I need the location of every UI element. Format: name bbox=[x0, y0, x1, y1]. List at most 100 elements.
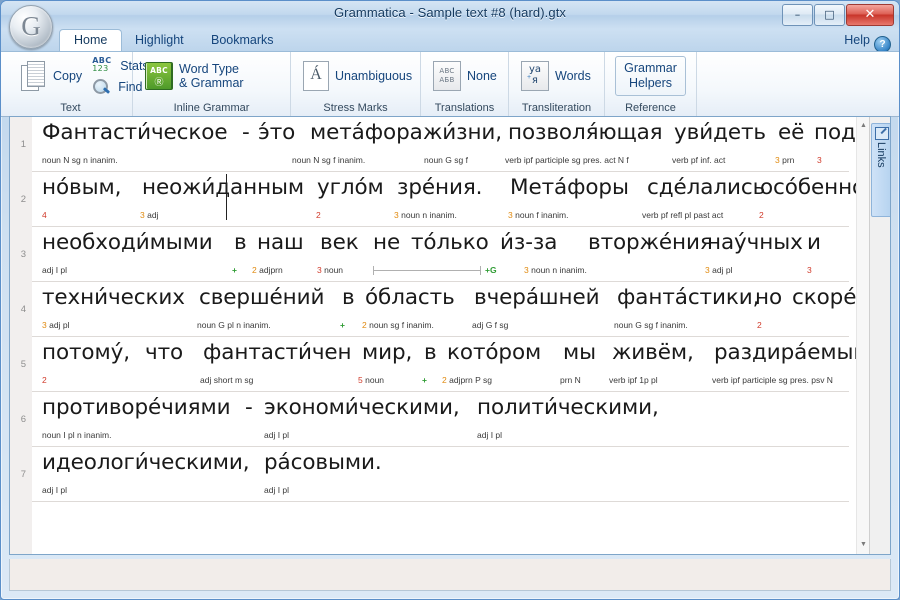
annotation-text: noun sg f inanim. bbox=[369, 320, 434, 330]
word[interactable]: скоре́е bbox=[792, 285, 857, 310]
word[interactable]: ра́совыми. bbox=[264, 450, 382, 475]
word[interactable]: осо́бенно bbox=[760, 175, 857, 200]
annotation-text: verb ipf participle sg pres. act N f bbox=[505, 155, 629, 165]
grammar-annotation: 3 noun n inanim. bbox=[394, 210, 457, 220]
ribbon-group-stress-marks: Á Unambiguous Stress Marks bbox=[291, 52, 421, 116]
help-link[interactable]: Help? bbox=[844, 29, 891, 53]
word[interactable]: мета́фора bbox=[310, 120, 423, 145]
grammar-annotation: verb pf inf. act bbox=[672, 155, 725, 165]
unambiguous-button[interactable]: Á Unambiguous bbox=[299, 59, 416, 93]
word[interactable]: э́то bbox=[258, 120, 295, 145]
word[interactable]: и́з-за bbox=[500, 230, 557, 255]
minimize-button[interactable]: – bbox=[782, 4, 813, 26]
line-number: 7 bbox=[20, 469, 26, 480]
annotation-text: verb pf inf. act bbox=[672, 155, 726, 165]
green-book-abc-icon: ABC Ⓡ bbox=[145, 62, 173, 90]
word[interactable]: сде́лались bbox=[647, 175, 765, 200]
group-title-stress-marks: Stress Marks bbox=[323, 102, 388, 114]
text-canvas[interactable]: Фантасти́ческое - э́то мета́фора жи́зни, позв… bbox=[32, 117, 857, 554]
transliteration-words-button[interactable]: уа + я Words bbox=[517, 59, 595, 93]
word[interactable]: но bbox=[755, 285, 782, 310]
line-annotations: noun I pl n inanim. adj I pl adj I pl bbox=[42, 430, 857, 444]
word[interactable]: кото́ром bbox=[447, 340, 541, 365]
copy-button[interactable]: Copy bbox=[17, 59, 86, 93]
word[interactable]: зре́ния. bbox=[397, 175, 483, 200]
word[interactable]: фантасти́чен bbox=[203, 340, 352, 365]
maximize-button[interactable]: □ bbox=[814, 4, 845, 26]
ua-ya-bottom: я bbox=[531, 75, 539, 86]
word[interactable]: - bbox=[245, 395, 253, 420]
word[interactable]: наш bbox=[257, 230, 304, 255]
annotation-count: 4 bbox=[42, 210, 47, 220]
word[interactable]: о́бласть bbox=[365, 285, 455, 310]
word[interactable]: необходи́мыми bbox=[42, 230, 213, 255]
annotation-text: + bbox=[232, 265, 237, 275]
word[interactable]: раздира́емый bbox=[714, 340, 857, 365]
word[interactable]: уви́деть bbox=[674, 120, 766, 145]
word[interactable]: то́лько bbox=[411, 230, 489, 255]
word[interactable]: её bbox=[778, 120, 804, 145]
line-number: 6 bbox=[20, 414, 26, 425]
text-line[interactable]: необходи́мыми в наш век не то́лько и́з-за вторж… bbox=[32, 227, 857, 282]
word[interactable]: угло́м bbox=[317, 175, 384, 200]
word[interactable]: вчера́шней bbox=[474, 285, 600, 310]
tab-bookmarks[interactable]: Bookmarks bbox=[197, 29, 288, 51]
close-button[interactable]: ✕ bbox=[846, 4, 894, 26]
word[interactable]: экономи́ческими, bbox=[264, 395, 460, 420]
word[interactable]: вторже́ния bbox=[588, 230, 713, 255]
word[interactable]: потому́, bbox=[42, 340, 130, 365]
word[interactable]: противоре́чиями bbox=[42, 395, 231, 420]
word[interactable]: - bbox=[242, 120, 250, 145]
word[interactable]: техни́ческих bbox=[42, 285, 185, 310]
text-line[interactable]: Фантасти́ческое - э́то мета́фора жи́зни, позв… bbox=[32, 117, 857, 172]
grammar-annotation: + bbox=[232, 265, 237, 275]
tab-home[interactable]: Home bbox=[59, 29, 123, 52]
word[interactable]: Фантасти́ческое bbox=[42, 120, 228, 145]
word[interactable]: в bbox=[234, 230, 247, 255]
word[interactable]: в bbox=[424, 340, 437, 365]
word[interactable]: в bbox=[342, 285, 355, 310]
word[interactable]: мы bbox=[563, 340, 596, 365]
annotation-count: 3 bbox=[140, 210, 145, 220]
vertical-scrollbar[interactable]: ▲ ▼ bbox=[856, 117, 870, 554]
word[interactable]: мир, bbox=[362, 340, 412, 365]
word[interactable]: сверше́ний bbox=[199, 285, 324, 310]
text-line[interactable]: противоре́чиями - экономи́ческими, полити́ч… bbox=[32, 392, 857, 447]
translations-none-button[interactable]: ABC АБВ None bbox=[429, 59, 501, 93]
word[interactable]: идеологи́ческими, bbox=[42, 450, 250, 475]
text-line[interactable]: но́вым, неожи́данным угло́м зре́ния. Мета́фо… bbox=[32, 172, 857, 227]
word[interactable]: живём, bbox=[612, 340, 694, 365]
grammar-annotation: prn N bbox=[560, 375, 581, 385]
ua-ya-top: уа bbox=[528, 64, 542, 75]
word[interactable]: не bbox=[373, 230, 400, 255]
grammar-annotation: 4 bbox=[42, 210, 47, 220]
annotation-text: +G bbox=[485, 265, 497, 275]
annotation-text: adj I pl bbox=[264, 485, 290, 495]
word[interactable]: фанта́стики, bbox=[617, 285, 759, 310]
annotation-count: 2 bbox=[316, 210, 321, 220]
annotation-text: noun bbox=[324, 265, 344, 275]
text-line[interactable]: потому́, что фантасти́чен мир, в кото́ром мы жи… bbox=[32, 337, 857, 392]
text-line[interactable]: идеологи́ческими, ра́совыми. adj I pl adj I… bbox=[32, 447, 857, 502]
tab-highlight[interactable]: Highlight bbox=[121, 29, 198, 51]
annotation-text: noun n inanim. bbox=[531, 265, 587, 275]
word-type-grammar-button[interactable]: ABC Ⓡ Word Type & Grammar bbox=[141, 60, 248, 92]
word[interactable]: нау́чных bbox=[707, 230, 803, 255]
text-line[interactable]: техни́ческих сверше́ний в о́бласть вчера́шне… bbox=[32, 282, 857, 337]
word[interactable]: Мета́форы bbox=[510, 175, 629, 200]
word[interactable]: полити́ческими, bbox=[477, 395, 659, 420]
external-link-icon bbox=[875, 127, 889, 140]
line-annotations: noun N sg n inanim. noun N sg f inanim. no… bbox=[42, 155, 857, 169]
grammar-helpers-button[interactable]: Grammar Helpers bbox=[615, 56, 686, 96]
word[interactable]: под bbox=[814, 120, 856, 145]
word[interactable]: жи́зни, bbox=[423, 120, 502, 145]
grammar-annotation: 2 adjprn bbox=[252, 265, 283, 275]
word[interactable]: век bbox=[320, 230, 359, 255]
word[interactable]: неожи́данным bbox=[142, 175, 304, 200]
word[interactable]: и bbox=[807, 230, 821, 255]
word[interactable]: но́вым, bbox=[42, 175, 121, 200]
word[interactable]: позволя́ющая bbox=[508, 120, 663, 145]
word[interactable]: что bbox=[145, 340, 183, 365]
links-panel-tab[interactable]: Links bbox=[871, 123, 890, 217]
grammar-annotation: adj I pl bbox=[264, 485, 289, 495]
